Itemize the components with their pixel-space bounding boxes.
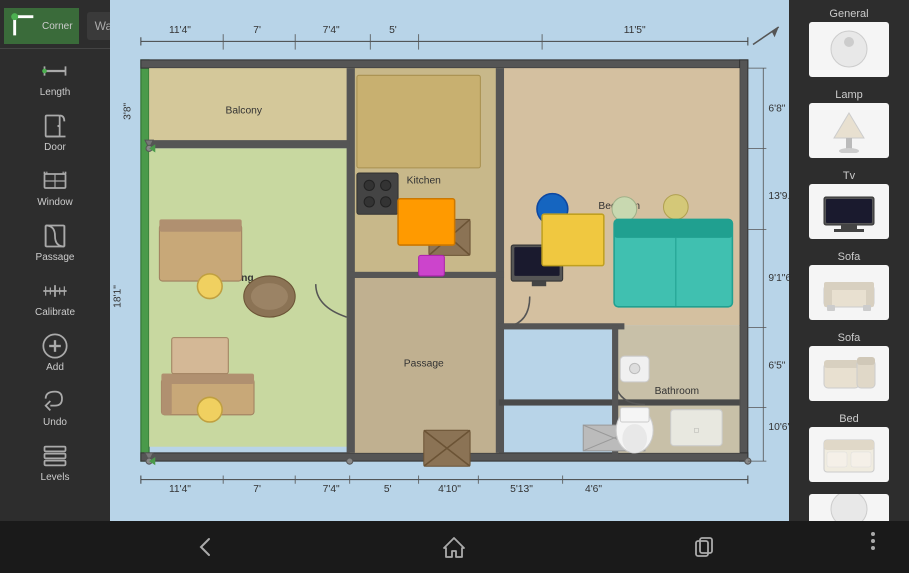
corner-label: Corner: [42, 21, 73, 32]
right-panel: General Lamp Tv: [789, 0, 909, 521]
sofa1-img: [809, 265, 889, 320]
more-button[interactable]: [853, 521, 893, 561]
svg-text:5'13": 5'13": [510, 484, 533, 495]
svg-text:7': 7': [253, 25, 261, 36]
sofa2-label: Sofa: [838, 332, 861, 344]
levels-button[interactable]: Levels: [0, 436, 110, 489]
floor-plan-canvas[interactable]: 11'4" 7' 7'4" 5' 11'5" Balcony: [110, 0, 789, 521]
svg-text:11'4": 11'4": [169, 25, 191, 36]
length-button[interactable]: Length: [0, 51, 110, 104]
svg-text:9'1"6": 9'1"6": [768, 273, 789, 284]
svg-text:Balcony: Balcony: [225, 105, 262, 116]
window-button[interactable]: Window: [0, 161, 110, 214]
svg-text:□: □: [694, 425, 699, 434]
panel-lamp2[interactable]: [789, 490, 909, 521]
panel-sofa1[interactable]: Sofa: [789, 247, 909, 324]
svg-text:6'5": 6'5": [768, 361, 785, 372]
svg-text:7'4": 7'4": [323, 25, 340, 36]
svg-text:Passage: Passage: [404, 358, 444, 369]
door-label: Door: [44, 142, 66, 153]
svg-text:18'1": 18'1": [112, 285, 123, 308]
back-button[interactable]: [185, 527, 225, 567]
passage-label: Passage: [36, 252, 75, 263]
tv-img: [809, 184, 889, 239]
calibrate-button[interactable]: Calibrate: [0, 271, 110, 324]
door-button[interactable]: Door: [0, 106, 110, 159]
add-button[interactable]: Add: [0, 326, 110, 379]
svg-text:11'4": 11'4": [169, 484, 191, 495]
general-img: [809, 22, 889, 77]
general-label: General: [829, 8, 868, 20]
levels-label: Levels: [41, 472, 70, 483]
undo-label: Undo: [43, 417, 67, 428]
svg-text:7': 7': [253, 484, 261, 495]
recents-button[interactable]: [684, 527, 724, 567]
panel-lamp[interactable]: Lamp: [789, 85, 909, 162]
tv-label: Tv: [843, 170, 855, 182]
passage-button[interactable]: Passage: [0, 216, 110, 269]
svg-text:5': 5': [384, 484, 392, 495]
window-label: Window: [37, 197, 73, 208]
svg-text:4'10": 4'10": [438, 484, 461, 495]
length-label: Length: [40, 87, 71, 98]
svg-text:11'5": 11'5": [624, 25, 646, 36]
panel-tv[interactable]: Tv: [789, 166, 909, 243]
svg-text:4'6": 4'6": [585, 484, 602, 495]
home-button[interactable]: [434, 527, 474, 567]
sofa2-img: [809, 346, 889, 401]
bottom-nav: [0, 521, 909, 573]
svg-text:13'9.1": 13'9.1": [768, 191, 789, 202]
panel-sofa2[interactable]: Sofa: [789, 328, 909, 405]
svg-text:10'6": 10'6": [768, 422, 789, 433]
lamp-label: Lamp: [835, 89, 863, 101]
lamp-img: [809, 103, 889, 158]
panel-general[interactable]: General: [789, 4, 909, 81]
undo-button[interactable]: Undo: [0, 381, 110, 434]
corner-button[interactable]: Corner: [4, 8, 79, 44]
sofa1-label: Sofa: [838, 251, 861, 263]
bed-img: [809, 427, 889, 482]
svg-text:Kitchen: Kitchen: [407, 175, 442, 186]
svg-text:6'8": 6'8": [768, 103, 785, 114]
svg-text:5': 5': [389, 25, 397, 36]
svg-text:3'8": 3'8": [123, 102, 134, 119]
calibrate-label: Calibrate: [35, 307, 75, 318]
svg-text:7'4": 7'4": [323, 484, 340, 495]
bed-label: Bed: [839, 413, 859, 425]
panel-bed[interactable]: Bed: [789, 409, 909, 486]
lamp2-img: [809, 494, 889, 521]
add-label: Add: [46, 362, 64, 373]
svg-text:Bathroom: Bathroom: [655, 386, 700, 397]
left-sidebar: Corner Wall 18'1" Length Door: [0, 0, 110, 521]
